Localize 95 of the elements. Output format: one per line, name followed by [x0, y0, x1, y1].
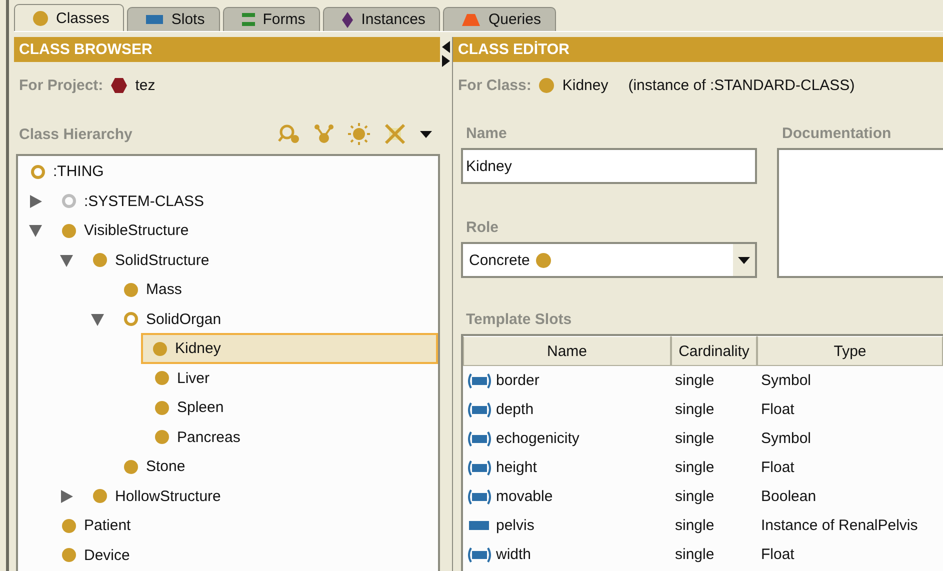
class-tree-item[interactable]: Device — [60, 540, 438, 571]
dropdown-caret-icon[interactable] — [420, 130, 432, 138]
class-tree-item[interactable]: Kidney — [141, 333, 438, 364]
class-icon — [153, 342, 167, 356]
table-cell: Float — [761, 401, 794, 418]
collapsed-arrow-icon[interactable] — [29, 194, 42, 208]
class-tree-item[interactable]: Pancreas — [153, 422, 438, 453]
slot-icon — [467, 488, 492, 504]
table-cell: single — [675, 517, 714, 534]
class-tree-item[interactable]: SolidStructure — [91, 244, 438, 276]
table-cell: single — [675, 488, 714, 505]
table-cell: single — [675, 459, 714, 476]
table-cell: Instance of RenalPelvis — [761, 517, 918, 534]
column-header[interactable]: Name — [463, 336, 671, 366]
table-cell: echogenicity — [496, 430, 580, 447]
expanded-arrow-icon[interactable] — [60, 254, 73, 267]
name-field[interactable]: Kidney — [461, 148, 757, 184]
rectangle-icon — [146, 15, 164, 24]
table-cell: Float — [761, 546, 794, 563]
class-icon — [62, 194, 76, 208]
name-label: Name — [465, 124, 508, 144]
class-icon — [93, 489, 107, 504]
bars-icon — [242, 13, 255, 26]
trapezoid-icon — [462, 14, 480, 26]
project-label: For Project: — [19, 76, 104, 94]
caret-icon — [738, 256, 750, 264]
slot-icon — [467, 372, 492, 388]
table-cell: single — [675, 430, 714, 447]
class-icon — [93, 253, 107, 268]
collapse-left-icon[interactable] — [442, 41, 450, 53]
diamond-icon — [342, 12, 354, 28]
class-icon — [124, 460, 138, 474]
role-dropdown[interactable]: Concrete — [461, 242, 757, 278]
table-cell: depth — [496, 401, 534, 418]
class-tree-item[interactable]: Patient — [60, 510, 438, 542]
class-icon — [124, 282, 138, 297]
table-cell: movable — [496, 488, 553, 505]
class-icon — [62, 224, 76, 238]
table-cell: border — [496, 372, 540, 389]
class-icon — [31, 164, 45, 179]
class-icon — [62, 518, 76, 533]
hexagon-icon — [111, 78, 128, 92]
class-tree-item[interactable]: HollowStructure — [91, 480, 438, 512]
class-tree-item[interactable]: :THING — [29, 156, 438, 188]
tab[interactable]: Forms — [222, 7, 320, 31]
slot-icon — [467, 430, 492, 446]
table-cell: Boolean — [761, 488, 816, 505]
class-label: For Class: — [458, 76, 532, 94]
panel-header: CLASS EDİTOR — [453, 37, 943, 62]
class-tree-item[interactable]: VisibleStructure — [60, 215, 438, 246]
table-cell: single — [675, 372, 714, 389]
table-cell: Symbol — [761, 372, 812, 389]
class-icon — [536, 252, 551, 268]
hierarchy-label: Class Hierarchy — [19, 126, 132, 142]
class-tree-item[interactable]: Spleen — [153, 392, 438, 424]
class-tree-item[interactable]: :SYSTEM-CLASS — [60, 186, 438, 217]
class-name: Kidney — [562, 76, 608, 94]
panel-header: CLASS BROWSER — [14, 37, 440, 62]
table-cell: single — [675, 546, 714, 563]
class-icon — [155, 400, 169, 415]
instance-of-text: (instance of :STANDARD-CLASS) — [628, 76, 855, 94]
class-icon — [155, 430, 169, 444]
class-icon — [62, 548, 76, 562]
table-cell: pelvis — [496, 517, 534, 534]
class-tree-item[interactable]: Mass — [122, 274, 438, 306]
class-icon — [155, 371, 169, 386]
circle-icon — [33, 10, 48, 26]
class-tree-item[interactable]: SolidOrgan — [122, 304, 438, 335]
class-icon — [124, 312, 138, 326]
expanded-arrow-icon[interactable] — [29, 224, 42, 238]
table-cell: single — [675, 401, 714, 418]
expanded-arrow-icon[interactable] — [91, 312, 104, 326]
table-cell: Float — [761, 459, 794, 476]
tab[interactable]: Classes — [14, 4, 124, 31]
column-header[interactable]: Cardinality — [671, 336, 757, 366]
expand-right-icon[interactable] — [442, 55, 450, 67]
template-slots-label: Template Slots — [465, 310, 573, 330]
role-label: Role — [465, 218, 500, 238]
project-name: tez — [135, 76, 156, 94]
documentation-field[interactable] — [777, 148, 943, 278]
slot-icon — [467, 460, 492, 476]
slot-icon — [467, 402, 492, 418]
class-icon — [539, 78, 554, 92]
table-cell: height — [496, 459, 537, 476]
documentation-label: Documentation — [781, 124, 892, 144]
tab[interactable]: Slots — [127, 7, 220, 31]
tab[interactable]: Queries — [443, 7, 556, 31]
table-cell: Symbol — [761, 430, 812, 447]
column-header[interactable]: Type — [757, 336, 943, 366]
class-tree-item[interactable]: Liver — [153, 362, 438, 394]
class-tree-item[interactable]: Stone — [122, 451, 438, 482]
collapsed-arrow-icon[interactable] — [60, 490, 73, 503]
table-cell: width — [496, 546, 532, 563]
slot-icon — [467, 546, 492, 562]
tab[interactable]: Instances — [323, 7, 440, 31]
